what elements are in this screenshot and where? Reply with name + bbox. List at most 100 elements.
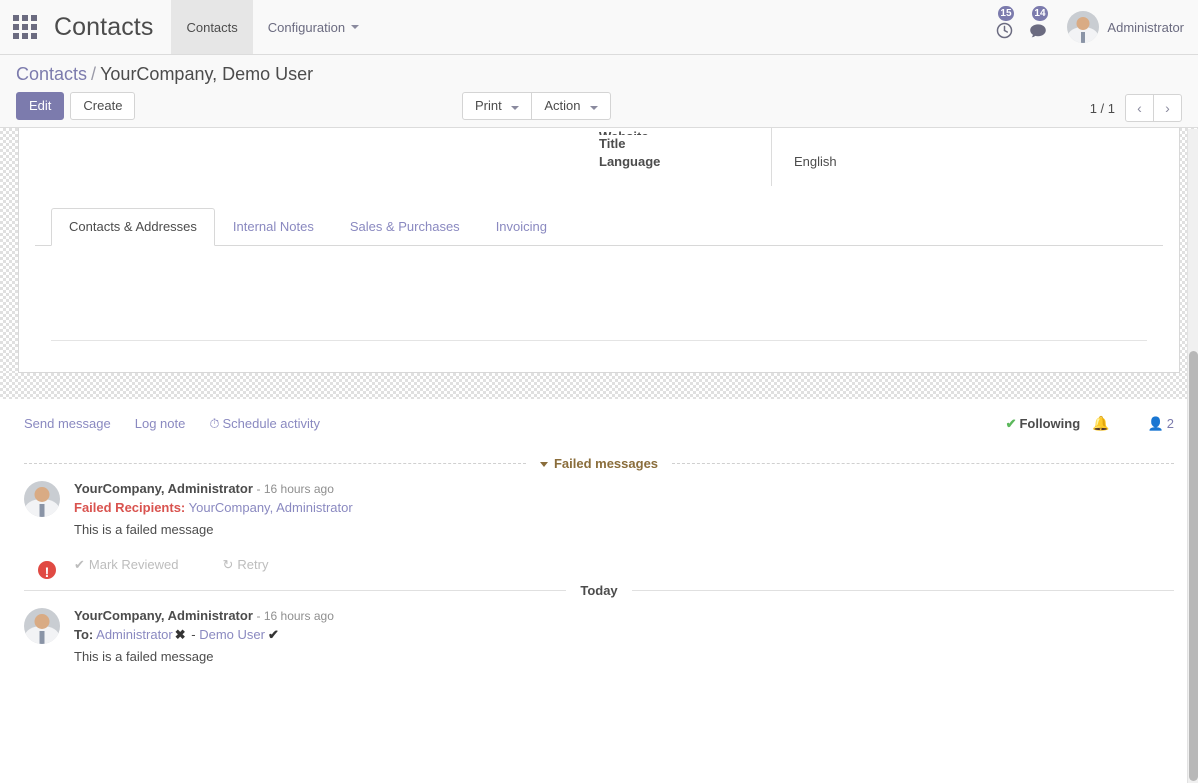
log-note-button[interactable]: Log note xyxy=(135,416,186,431)
tab-contacts-addresses[interactable]: Contacts & Addresses xyxy=(51,208,215,246)
recipient-link-demo-user[interactable]: Demo User xyxy=(199,627,265,642)
form-right-column: Website Title Language English xyxy=(599,128,1163,186)
chatter-toolbar: Send message Log note ⏱Schedule activity… xyxy=(12,399,1186,446)
divider-line-left xyxy=(24,463,526,464)
print-label: Print xyxy=(475,98,502,113)
message-avatar-wrapper xyxy=(24,608,60,666)
form-view-scroller: Website Title Language English Contacts … xyxy=(0,128,1198,373)
message-body: YourCompany, Administrator - 16 hours ag… xyxy=(74,481,1174,573)
apps-grid-icon xyxy=(13,15,37,39)
failed-messages-title: Failed messages xyxy=(554,456,658,471)
send-message-button[interactable]: Send message xyxy=(24,416,111,431)
avatar xyxy=(24,481,60,517)
divider-line-left xyxy=(24,590,566,591)
messaging-menu-button[interactable]: 14 xyxy=(1021,0,1055,54)
message-date: - 16 hours ago xyxy=(257,482,334,496)
divider-line-right xyxy=(672,463,1174,464)
print-action-group: Print Action xyxy=(462,92,611,120)
form-left-column xyxy=(35,128,599,186)
message-error-badge[interactable]: ! xyxy=(36,559,58,581)
field-value-title[interactable] xyxy=(794,128,1163,153)
user-avatar[interactable] xyxy=(1067,11,1099,43)
message-recipients: Failed Recipients: YourCompany, Administ… xyxy=(74,498,1174,518)
form-field-value-list: English xyxy=(771,128,1163,186)
schedule-activity-label: Schedule activity xyxy=(222,416,320,431)
breadcrumb: Contacts/YourCompany, Demo User xyxy=(16,55,1182,85)
tab-invoicing-label: Invoicing xyxy=(496,219,547,234)
failed-recipients-label: Failed Recipients: xyxy=(74,500,185,515)
user-menu-button[interactable]: Administrator xyxy=(1107,20,1184,35)
user-icon: 👤 xyxy=(1148,416,1164,431)
vertical-scrollbar[interactable] xyxy=(1187,129,1198,783)
message-recipients: To: Administrator✖ - Demo User✔ xyxy=(74,625,1174,645)
recipient-link-administrator[interactable]: Administrator xyxy=(96,627,173,642)
message-actions: ✔Mark Reviewed ↻Retry xyxy=(74,557,1174,573)
failed-messages-divider: Failed messages xyxy=(12,456,1186,471)
message-author: YourCompany, Administrator xyxy=(74,608,253,623)
follower-count-button[interactable]: 👤2 xyxy=(1148,416,1174,432)
activities-menu-button[interactable]: 15 xyxy=(987,0,1021,54)
control-panel-buttons: Edit Create Print Action 1 / 1 ‹ › xyxy=(16,92,1182,120)
retry-button[interactable]: ↻Retry xyxy=(223,557,269,573)
clock-icon xyxy=(996,22,1013,42)
message-item-failed: ! YourCompany, Administrator - 16 hours … xyxy=(12,471,1186,573)
menu-contacts[interactable]: Contacts xyxy=(171,0,252,54)
to-label: To: xyxy=(74,627,93,642)
field-value-language[interactable]: English xyxy=(794,153,1163,171)
menu-configuration-label: Configuration xyxy=(268,20,345,35)
recipient-link[interactable]: YourCompany, xyxy=(189,500,274,515)
pager-previous-button[interactable]: ‹ xyxy=(1125,94,1154,122)
notebook-active-page xyxy=(51,246,1147,341)
pager-count: 1 / 1 xyxy=(1090,101,1115,116)
schedule-activity-button[interactable]: ⏱Schedule activity xyxy=(209,416,320,432)
message-body: YourCompany, Administrator - 16 hours ag… xyxy=(74,608,1174,666)
avatar xyxy=(24,608,60,644)
recipient-sent-icon: ✔ xyxy=(268,627,279,642)
message-author: YourCompany, Administrator xyxy=(74,481,253,496)
tab-internal-notes[interactable]: Internal Notes xyxy=(215,208,332,246)
menu-configuration[interactable]: Configuration xyxy=(253,0,374,54)
caret-down-icon xyxy=(540,462,548,467)
follower-count-value: 2 xyxy=(1167,416,1174,431)
notebook-tab-list: Contacts & Addresses Internal Notes Sale… xyxy=(35,208,1163,246)
message-item-today: YourCompany, Administrator - 16 hours ag… xyxy=(12,598,1186,666)
today-divider: Today xyxy=(12,583,1186,598)
check-icon: ✔ xyxy=(74,557,85,572)
scrollbar-thumb[interactable] xyxy=(1189,351,1198,781)
recipient-failed-icon: ✖ xyxy=(175,627,186,642)
today-label: Today xyxy=(566,583,631,598)
pager: 1 / 1 ‹ › xyxy=(1090,94,1182,122)
breadcrumb-separator: / xyxy=(91,64,96,84)
field-label-website: Website xyxy=(599,128,771,135)
recipient-link[interactable]: Administrator xyxy=(276,500,353,515)
tab-sales-purchases-label: Sales & Purchases xyxy=(350,219,460,234)
field-label-language: Language xyxy=(599,153,771,171)
edit-button[interactable]: Edit xyxy=(16,92,64,120)
pager-next-button[interactable]: › xyxy=(1153,94,1182,122)
message-text: This is a failed message xyxy=(74,648,1174,666)
print-dropdown-button[interactable]: Print xyxy=(462,92,532,120)
message-header: YourCompany, Administrator - 16 hours ag… xyxy=(74,608,1174,623)
tab-invoicing[interactable]: Invoicing xyxy=(478,208,565,246)
failed-messages-toggle[interactable]: Failed messages xyxy=(526,456,672,471)
breadcrumb-parent-link[interactable]: Contacts xyxy=(16,64,87,84)
apps-menu-button[interactable] xyxy=(0,0,50,54)
form-field-columns: Website Title Language English xyxy=(35,128,1163,186)
check-icon: ✔ xyxy=(1006,416,1017,431)
control-panel: Contacts/YourCompany, Demo User Edit Cre… xyxy=(0,55,1198,128)
action-dropdown-button[interactable]: Action xyxy=(531,92,611,120)
tab-sales-purchases[interactable]: Sales & Purchases xyxy=(332,208,478,246)
systray: 15 14 Administrator xyxy=(987,0,1198,54)
message-date: - 16 hours ago xyxy=(257,609,334,623)
following-toggle-button[interactable]: ✔Following xyxy=(1006,416,1081,432)
chevron-down-icon xyxy=(351,25,359,29)
mark-reviewed-button[interactable]: ✔Mark Reviewed xyxy=(74,557,179,573)
chat-bubble-icon xyxy=(1029,23,1047,42)
breadcrumb-current: YourCompany, Demo User xyxy=(100,64,313,84)
retry-icon: ↻ xyxy=(223,557,234,572)
bell-icon[interactable]: 🔔 xyxy=(1092,415,1109,432)
create-button[interactable]: Create xyxy=(70,92,135,120)
form-field-label-list: Website Title Language xyxy=(599,128,771,186)
divider-line-right xyxy=(632,590,1174,591)
message-text: This is a failed message xyxy=(74,521,1174,539)
